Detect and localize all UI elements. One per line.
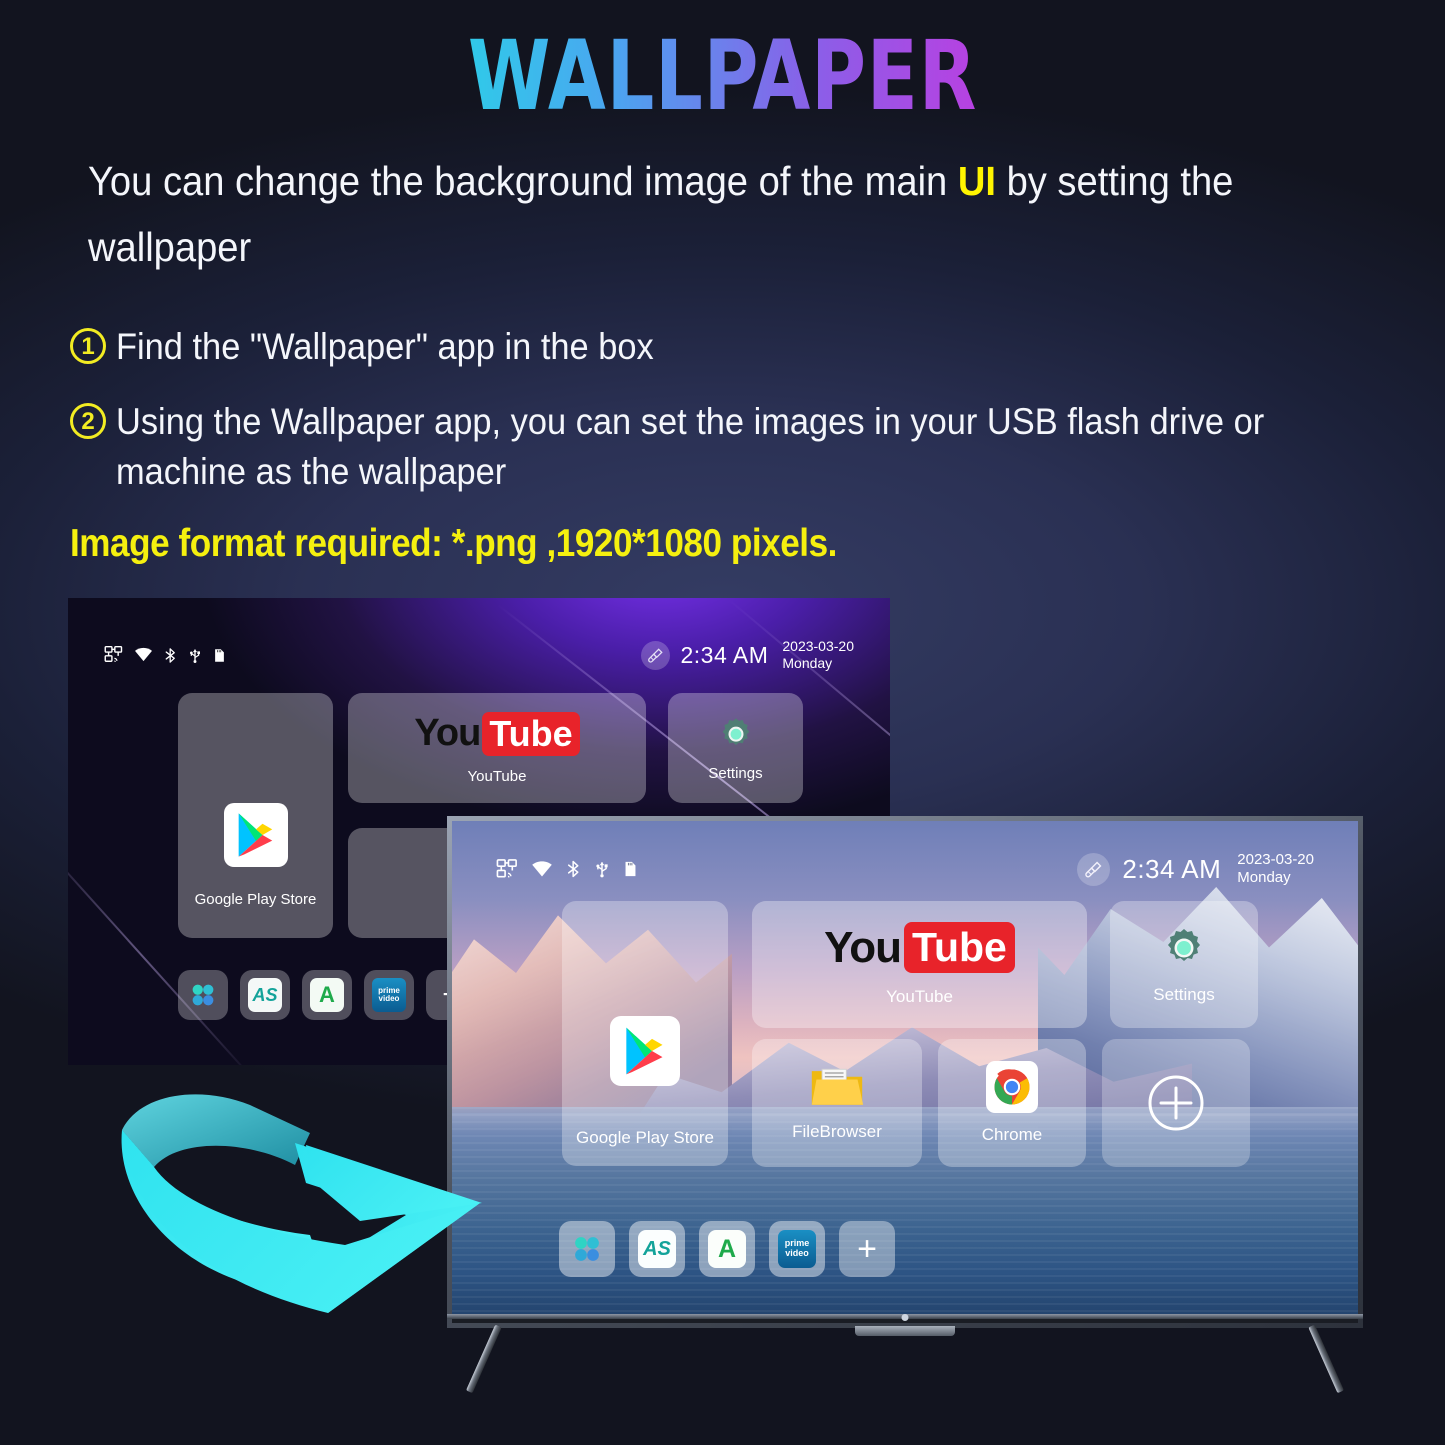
prime-video-icon: prime video xyxy=(372,978,406,1012)
folder-icon xyxy=(811,1068,864,1105)
statusbar-date-before: 2023-03-20 xyxy=(782,638,854,654)
card-label-settings-after: Settings xyxy=(1153,984,1215,1004)
card-chrome-after[interactable]: Chrome xyxy=(938,1039,1086,1167)
format-requirement-note: Image format required: *.png ,1920*1080 … xyxy=(70,522,837,565)
card-settings-before[interactable]: Settings xyxy=(668,693,803,803)
card-settings-after[interactable]: Settings xyxy=(1110,901,1258,1028)
tv-brand-dot xyxy=(901,1314,909,1321)
statusbar-time-after: 2:34 AM xyxy=(1122,853,1222,884)
card-label-youtube-after: YouTube xyxy=(886,987,953,1006)
statusbar-right-after: 2:34 AM 2023-03-20 Monday xyxy=(1077,851,1314,888)
tv-screen: 2:34 AM 2023-03-20 Monday Google Play St… xyxy=(452,821,1358,1314)
app-drawer-icon xyxy=(575,1237,599,1261)
card-google-play-after[interactable]: Google Play Store xyxy=(562,901,728,1166)
sdcard-icon xyxy=(625,862,636,877)
dock-as-app-after[interactable]: AS xyxy=(629,1221,685,1277)
card-label-settings-before: Settings xyxy=(708,764,763,782)
broom-icon-wrap[interactable] xyxy=(641,640,671,670)
statusbar-icons-before xyxy=(104,645,227,666)
dock-apk-installer-before[interactable]: A xyxy=(302,970,352,1020)
statusbar-weekday-before: Monday xyxy=(782,655,833,672)
step-item-1: 1 Find the "Wallpaper" app in the box xyxy=(70,322,1410,373)
statusbar-after: 2:34 AM 2023-03-20 Monday xyxy=(452,851,1358,888)
page-title: WALLPAPER xyxy=(159,28,1286,124)
step-text-1: Find the "Wallpaper" app in the box xyxy=(116,326,654,367)
dock-before: AS A primevideo + xyxy=(178,970,476,1020)
settings-gear-icon xyxy=(1168,928,1200,961)
as-app-icon: AS xyxy=(248,978,282,1012)
intro-paragraph: You can change the background image of t… xyxy=(88,148,1288,281)
card-youtube-before[interactable]: You Tube YouTube xyxy=(348,693,646,803)
wifi-icon xyxy=(532,861,552,877)
chrome-icon xyxy=(986,1061,1038,1113)
intro-ui-highlight: UI xyxy=(957,158,996,204)
statusbar-date-after: 2023-03-20 xyxy=(1237,851,1314,868)
statusbar-right-before: 2:34 AM 2023-03-20 Monday xyxy=(641,638,854,672)
statusbar-weekday-after: Monday xyxy=(1237,869,1291,887)
dock-prime-video-after[interactable]: prime video xyxy=(769,1221,825,1277)
add-circle-icon xyxy=(1148,1075,1204,1131)
card-label-youtube-before: YouTube xyxy=(467,767,527,785)
bluetooth-icon xyxy=(567,861,579,878)
dock-after: AS A prime video + xyxy=(559,1221,895,1277)
sdcard-icon xyxy=(215,648,224,662)
apk-installer-icon: A xyxy=(310,978,344,1012)
dock-as-app-before[interactable]: AS xyxy=(240,970,290,1020)
steps-list: 1 Find the "Wallpaper" app in the box 2 … xyxy=(70,322,1410,522)
broom-icon xyxy=(648,647,664,663)
step-item-2: 2 Using the Wallpaper app, you can set t… xyxy=(70,397,1410,498)
intro-text-before: You can change the background image of t… xyxy=(88,158,958,204)
dock-prime-video-before[interactable]: prime video xyxy=(364,970,414,1020)
card-add-after[interactable] xyxy=(1102,1039,1250,1167)
statusbar-dategroup-after: 2023-03-20 Monday xyxy=(1237,851,1314,888)
bluetooth-icon xyxy=(165,647,175,663)
dock-apk-installer-after[interactable]: A xyxy=(699,1221,755,1277)
card-filebrowser-after[interactable]: FileBrowser xyxy=(752,1039,922,1167)
prime-video-icon: prime video xyxy=(778,1230,816,1268)
step-text-2: Using the Wallpaper app, you can set the… xyxy=(116,400,1265,493)
wifi-icon xyxy=(135,647,152,662)
statusbar-dategroup-before: 2023-03-20 Monday xyxy=(782,638,854,672)
step-number-badge-1: 1 xyxy=(70,328,106,364)
tv-device: 2:34 AM 2023-03-20 Monday Google Play St… xyxy=(447,816,1363,1394)
dock-app-drawer-before[interactable] xyxy=(178,970,228,1020)
card-label-google-play-after: Google Play Store xyxy=(576,1128,714,1147)
dock-add-app-after[interactable]: + xyxy=(839,1221,895,1277)
step-number-badge-2: 2 xyxy=(70,402,106,439)
broom-icon-wrap-after[interactable] xyxy=(1077,852,1111,886)
apk-installer-icon: A xyxy=(708,1230,746,1268)
card-label-google-play-before: Google Play Store xyxy=(194,891,317,908)
app-drawer-icon xyxy=(192,984,214,1006)
google-play-icon xyxy=(223,803,288,867)
ethernet-icon xyxy=(104,646,123,663)
usb-icon xyxy=(190,649,200,663)
card-youtube-after[interactable]: You Tube YouTube xyxy=(752,901,1087,1028)
card-label-filebrowser-after: FileBrowser xyxy=(792,1122,882,1141)
youtube-logo: You Tube xyxy=(414,711,580,756)
statusbar-time-before: 2:34 AM xyxy=(680,641,769,668)
tv-center-mount xyxy=(855,1326,955,1336)
dock-app-drawer-after[interactable] xyxy=(559,1221,615,1277)
broom-icon xyxy=(1085,861,1102,878)
usb-icon xyxy=(596,862,608,878)
statusbar-icons-after xyxy=(496,857,639,881)
ethernet-icon xyxy=(496,858,517,878)
card-label-chrome-after: Chrome xyxy=(981,1125,1043,1144)
statusbar-before: 2:34 AM 2023-03-20 Monday xyxy=(68,638,890,672)
as-app-icon: AS xyxy=(638,1230,676,1268)
transition-arrow-wrap xyxy=(110,1075,510,1325)
card-google-play-before[interactable]: Google Play Store xyxy=(178,693,333,938)
settings-gear-icon xyxy=(722,717,749,745)
curved-arrow-icon xyxy=(121,1094,482,1313)
google-play-icon xyxy=(610,1016,680,1086)
youtube-logo: You Tube xyxy=(824,922,1015,973)
